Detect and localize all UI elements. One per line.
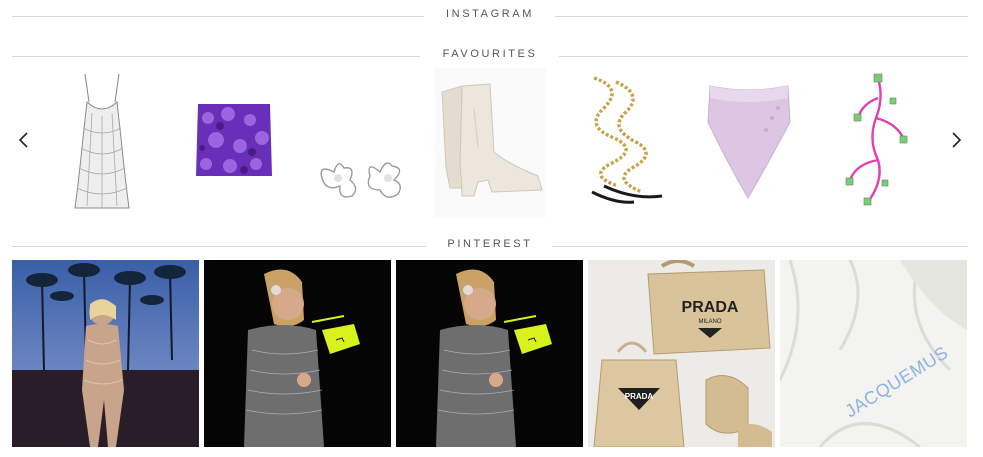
western-boots-image bbox=[434, 68, 546, 218]
product-pink-jewelled-earring[interactable] bbox=[838, 68, 918, 218]
pinterest-tile-neon-bag[interactable] bbox=[204, 260, 391, 447]
bandana-top-image bbox=[707, 85, 791, 199]
butterfly-earrings-image bbox=[320, 162, 401, 198]
crystal-dress-image bbox=[74, 73, 130, 209]
pinterest-tile-palm-trees[interactable] bbox=[12, 260, 199, 447]
product-lilac-bandana-top[interactable] bbox=[702, 68, 794, 218]
carousel-next-button[interactable] bbox=[946, 128, 966, 152]
product-white-western-boots[interactable] bbox=[434, 68, 546, 218]
palm-trees-photo bbox=[12, 260, 199, 447]
prada-bags-photo: PRADA MILANO PRADA bbox=[588, 260, 775, 447]
pinterest-tile-prada-bags[interactable]: PRADA MILANO PRADA bbox=[588, 260, 775, 447]
favourites-title: FAVOURITES bbox=[442, 48, 538, 60]
divider bbox=[559, 56, 968, 57]
chain-sandals-image bbox=[591, 76, 663, 204]
neon-bag-photo-2 bbox=[396, 260, 583, 447]
neon-bag-photo bbox=[204, 260, 391, 447]
instagram-header: INSTAGRAM bbox=[12, 6, 968, 26]
pinterest-tile-jacquemus-shirt[interactable]: JACQUEMUS bbox=[780, 260, 967, 447]
favourites-header: FAVOURITES bbox=[12, 46, 968, 66]
favourites-carousel bbox=[12, 68, 968, 218]
pink-earring-image bbox=[845, 73, 908, 206]
sequin-skirt-image bbox=[196, 104, 272, 176]
chevron-right-icon bbox=[952, 132, 962, 148]
product-butterfly-earrings[interactable] bbox=[308, 68, 413, 218]
carousel-prev-button[interactable] bbox=[14, 128, 34, 152]
chevron-left-icon bbox=[18, 132, 28, 148]
product-crystal-mini-dress[interactable] bbox=[67, 68, 137, 218]
prada-bottom-text: PRADA bbox=[625, 392, 654, 401]
prada-top-text: PRADA bbox=[682, 299, 739, 316]
product-gold-chain-sandals[interactable] bbox=[574, 68, 666, 218]
divider bbox=[552, 246, 968, 247]
jacquemus-shirt-photo: JACQUEMUS bbox=[780, 260, 967, 447]
product-purple-sequin-skirt[interactable] bbox=[190, 68, 276, 218]
pinterest-grid: PRADA MILANO PRADA JACQUEMUS bbox=[12, 260, 967, 447]
pinterest-title: PINTEREST bbox=[447, 238, 533, 250]
pinterest-header: PINTEREST bbox=[12, 236, 968, 256]
pinterest-tile-neon-bag-2[interactable] bbox=[396, 260, 583, 447]
instagram-title: INSTAGRAM bbox=[446, 8, 534, 20]
divider bbox=[555, 16, 968, 17]
prada-top-subtext: MILANO bbox=[698, 319, 721, 325]
